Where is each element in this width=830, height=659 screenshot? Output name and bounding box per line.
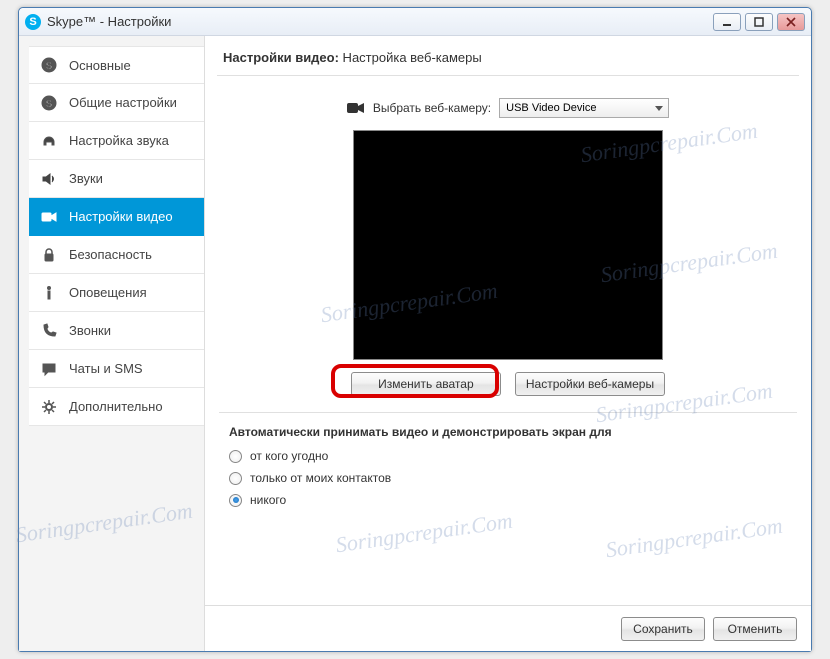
sidebar-item-chats[interactable]: Чаты и SMS bbox=[29, 350, 204, 388]
sidebar-item-audio[interactable]: Настройка звука bbox=[29, 122, 204, 160]
sidebar-item-label: Настройка звука bbox=[69, 133, 169, 148]
sidebar: S Основные S Общие настройки Настройка з… bbox=[19, 36, 205, 651]
radio-label: никого bbox=[250, 493, 286, 507]
sidebar-item-label: Основные bbox=[69, 58, 131, 73]
page-title-rest: Настройка веб-камеры bbox=[339, 50, 482, 65]
webcam-settings-button[interactable]: Настройки веб-камеры bbox=[515, 372, 665, 396]
sidebar-item-label: Оповещения bbox=[69, 285, 147, 300]
sidebar-item-label: Чаты и SMS bbox=[69, 361, 143, 376]
divider bbox=[219, 412, 797, 413]
page-title: Настройки видео: Настройка веб-камеры bbox=[205, 36, 811, 75]
chat-icon bbox=[39, 361, 59, 377]
radio-label: только от моих контактов bbox=[250, 471, 391, 485]
speaker-icon bbox=[39, 171, 59, 187]
radio-icon bbox=[229, 450, 242, 463]
sidebar-item-calls[interactable]: Звонки bbox=[29, 312, 204, 350]
minimize-button[interactable] bbox=[713, 13, 741, 31]
content-area: S Основные S Общие настройки Настройка з… bbox=[19, 36, 811, 651]
info-icon bbox=[39, 285, 59, 301]
save-button[interactable]: Сохранить bbox=[621, 617, 705, 641]
divider bbox=[217, 75, 799, 76]
sidebar-item-notifications[interactable]: Оповещения bbox=[29, 274, 204, 312]
headset-icon bbox=[39, 133, 59, 149]
auto-accept-section: Автоматически принимать видео и демонстр… bbox=[205, 425, 811, 515]
webcam-select-label: Выбрать веб-камеру: bbox=[373, 101, 491, 115]
webcam-select-row: Выбрать веб-камеру: USB Video Device bbox=[205, 86, 811, 124]
svg-text:S: S bbox=[46, 61, 53, 72]
titlebar: S Skype™ - Настройки bbox=[19, 8, 811, 36]
sidebar-item-security[interactable]: Безопасность bbox=[29, 236, 204, 274]
window-title: Skype™ - Настройки bbox=[47, 14, 713, 29]
sidebar-item-general-settings[interactable]: S Общие настройки bbox=[29, 84, 204, 122]
change-avatar-button[interactable]: Изменить аватар bbox=[351, 372, 501, 396]
settings-window: S Skype™ - Настройки S Основные bbox=[18, 7, 812, 652]
radio-nobody[interactable]: никого bbox=[229, 493, 787, 507]
webcam-preview bbox=[353, 130, 663, 360]
window-controls bbox=[713, 13, 805, 31]
radio-icon bbox=[229, 472, 242, 485]
phone-icon bbox=[39, 323, 59, 339]
gear-icon bbox=[39, 399, 59, 415]
close-button[interactable] bbox=[777, 13, 805, 31]
radio-icon bbox=[229, 494, 242, 507]
camera-icon bbox=[347, 102, 365, 114]
camera-icon bbox=[39, 209, 59, 225]
skype-icon: S bbox=[39, 57, 59, 73]
cancel-button[interactable]: Отменить bbox=[713, 617, 797, 641]
sidebar-item-general[interactable]: S Основные bbox=[29, 46, 204, 84]
sidebar-item-label: Настройки видео bbox=[69, 209, 173, 224]
preview-buttons-row: Изменить аватар Настройки веб-камеры bbox=[205, 368, 811, 410]
footer: Сохранить Отменить bbox=[205, 605, 811, 651]
radio-anyone[interactable]: от кого угодно bbox=[229, 449, 787, 463]
sidebar-item-label: Звуки bbox=[69, 171, 103, 186]
page-title-bold: Настройки видео: bbox=[223, 50, 339, 65]
svg-text:S: S bbox=[46, 99, 53, 110]
sidebar-item-label: Дополнительно bbox=[69, 399, 163, 414]
radio-contacts[interactable]: только от моих контактов bbox=[229, 471, 787, 485]
webcam-dropdown[interactable]: USB Video Device bbox=[499, 98, 669, 118]
sidebar-item-label: Общие настройки bbox=[69, 95, 177, 110]
skype-logo-icon: S bbox=[25, 14, 41, 30]
maximize-button[interactable] bbox=[745, 13, 773, 31]
webcam-dropdown-value: USB Video Device bbox=[506, 102, 596, 114]
skype-icon: S bbox=[39, 95, 59, 111]
sidebar-item-advanced[interactable]: Дополнительно bbox=[29, 388, 204, 426]
lock-icon bbox=[39, 247, 59, 263]
sidebar-item-label: Безопасность bbox=[69, 247, 152, 262]
sidebar-item-sounds[interactable]: Звуки bbox=[29, 160, 204, 198]
auto-accept-title: Автоматически принимать видео и демонстр… bbox=[229, 425, 787, 439]
main-panel: Настройки видео: Настройка веб-камеры Вы… bbox=[205, 36, 811, 651]
radio-label: от кого угодно bbox=[250, 449, 328, 463]
sidebar-item-label: Звонки bbox=[69, 323, 111, 338]
sidebar-item-video[interactable]: Настройки видео bbox=[29, 198, 204, 236]
